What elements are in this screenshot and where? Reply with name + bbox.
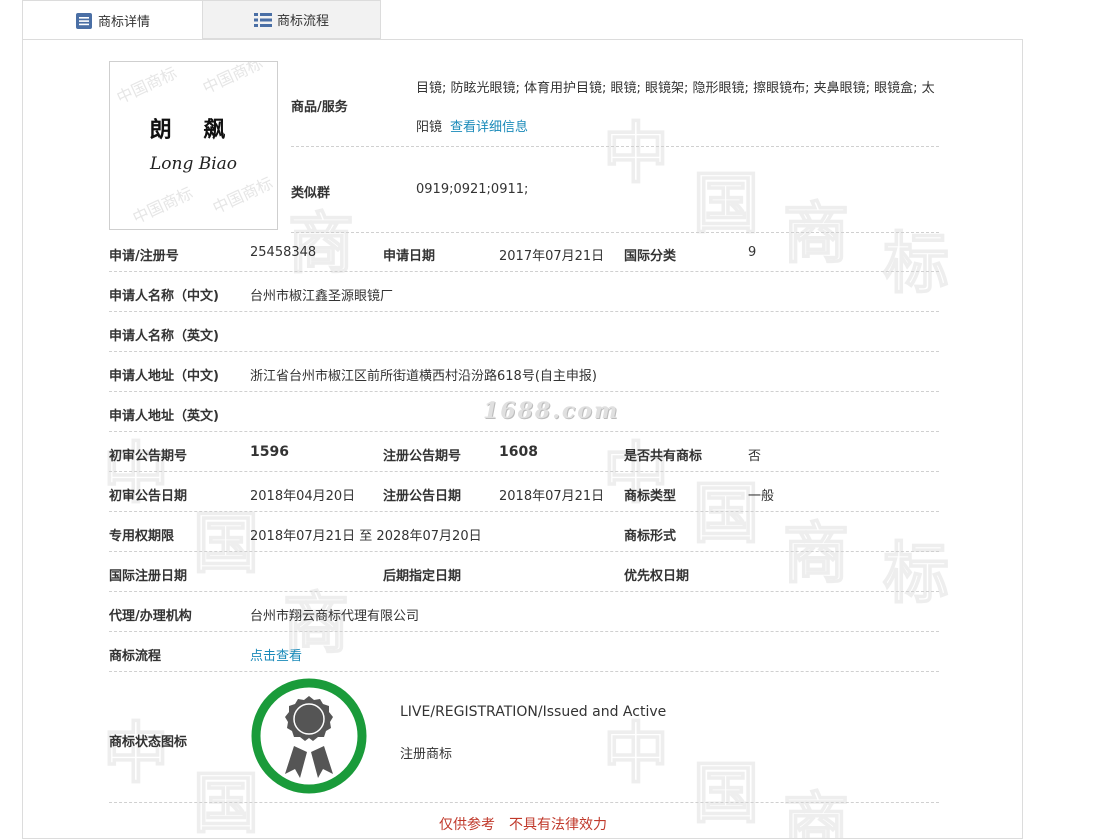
divider bbox=[109, 671, 939, 672]
reg-issue-label: 注册公告期号 bbox=[383, 449, 462, 464]
exclusive-label: 专用权期限 bbox=[109, 529, 175, 544]
exclusive-value: 2018年07月21日 至 2028年07月20日 bbox=[250, 529, 482, 544]
intl-class-value: 9 bbox=[748, 245, 757, 260]
divider bbox=[109, 802, 939, 803]
flow-label: 商标流程 bbox=[109, 649, 162, 664]
app-no-label: 申请/注册号 bbox=[109, 249, 179, 264]
agency-value: 台州市翔云商标代理有限公司 bbox=[250, 609, 420, 624]
goods-label: 商品/服务 bbox=[291, 100, 348, 115]
reg-issue-value: 1608 bbox=[499, 444, 538, 460]
intl-class-label: 国际分类 bbox=[624, 249, 677, 264]
flow-view-link[interactable]: 点击查看 bbox=[250, 645, 302, 664]
tab-bar: 商标详情 商标流程 bbox=[22, 0, 1024, 40]
notice-reference-only: 仅供参考 bbox=[439, 817, 495, 833]
view-detail-link[interactable]: 查看详细信息 bbox=[450, 120, 528, 135]
goods-value: 目镜; 防眩光眼镜; 体育用护目镜; 眼镜; 眼镜架; 隐形眼镜; 擦眼镜布; … bbox=[416, 69, 936, 147]
later-date-label: 后期指定日期 bbox=[383, 569, 462, 584]
similar-group-label: 类似群 bbox=[291, 186, 331, 201]
app-date-label: 申请日期 bbox=[383, 249, 436, 264]
reg-date-label: 注册公告日期 bbox=[383, 489, 462, 504]
tab-label: 商标详情 bbox=[97, 15, 150, 30]
tab-label: 商标流程 bbox=[276, 14, 329, 29]
divider bbox=[109, 551, 939, 552]
priority-date-label: 优先权日期 bbox=[624, 569, 690, 584]
status-cn-text: 注册商标 bbox=[400, 747, 453, 762]
divider bbox=[109, 631, 939, 632]
address-en-label: 申请人地址（英文) bbox=[109, 409, 219, 424]
divider bbox=[109, 271, 939, 272]
divider bbox=[109, 351, 939, 352]
mark-form-label: 商标形式 bbox=[624, 529, 677, 544]
address-cn-value: 浙江省台州市椒江区前所街道横西村沿汾路618号(自主申报) bbox=[250, 369, 597, 384]
divider bbox=[109, 311, 939, 312]
prelim-issue-value: 1596 bbox=[250, 444, 289, 460]
registered-seal-icon bbox=[249, 676, 369, 796]
document-list-icon bbox=[75, 12, 93, 30]
prelim-date-label: 初审公告日期 bbox=[109, 489, 188, 504]
grid-list-icon bbox=[253, 12, 272, 28]
detail-panel: 中 国 商 中 国 中 国 商 标 中 国 商 标 中 国 商 商 1688.c… bbox=[22, 39, 1023, 839]
address-cn-label: 申请人地址（中文) bbox=[109, 369, 219, 384]
logo-chinese-text: 朗 飙 bbox=[149, 117, 238, 143]
intl-reg-date-label: 国际注册日期 bbox=[109, 569, 188, 584]
disclaimer-notice: 仅供参考 不具有法律效力 bbox=[439, 814, 621, 834]
tab-trademark-detail[interactable]: 商标详情 bbox=[22, 0, 203, 40]
status-en-text: LIVE/REGISTRATION/Issued and Active bbox=[400, 704, 667, 720]
tab-trademark-flow[interactable]: 商标流程 bbox=[203, 0, 381, 39]
divider bbox=[109, 511, 939, 512]
shared-value: 否 bbox=[748, 449, 762, 464]
applicant-en-label: 申请人名称（英文) bbox=[109, 329, 219, 344]
prelim-issue-label: 初审公告期号 bbox=[109, 449, 188, 464]
agency-label: 代理/办理机构 bbox=[109, 609, 192, 624]
app-no-value: 25458348 bbox=[250, 245, 317, 260]
divider bbox=[291, 146, 939, 147]
shared-label: 是否共有商标 bbox=[624, 449, 703, 464]
divider bbox=[291, 232, 939, 233]
trademark-logo-image: 中国商标 中国商标 中国商标 中国商标 朗 飙 Long Biao bbox=[109, 61, 278, 230]
divider bbox=[109, 471, 939, 472]
reg-date-value: 2018年07月21日 bbox=[499, 489, 605, 504]
mark-type-value: 一般 bbox=[748, 489, 775, 504]
app-date-value: 2017年07月21日 bbox=[499, 249, 605, 264]
applicant-cn-label: 申请人名称（中文) bbox=[109, 289, 219, 304]
applicant-cn-value: 台州市椒江鑫圣源眼镜厂 bbox=[250, 289, 394, 304]
divider bbox=[109, 591, 939, 592]
status-icon-label: 商标状态图标 bbox=[109, 735, 188, 750]
divider bbox=[109, 431, 939, 432]
similar-group-value: 0919;0921;0911; bbox=[416, 182, 529, 197]
divider bbox=[109, 391, 939, 392]
prelim-date-value: 2018年04月20日 bbox=[250, 489, 356, 504]
notice-no-legal-effect: 不具有法律效力 bbox=[509, 817, 607, 833]
mark-type-label: 商标类型 bbox=[624, 489, 677, 504]
logo-english-text: Long Biao bbox=[149, 154, 238, 174]
